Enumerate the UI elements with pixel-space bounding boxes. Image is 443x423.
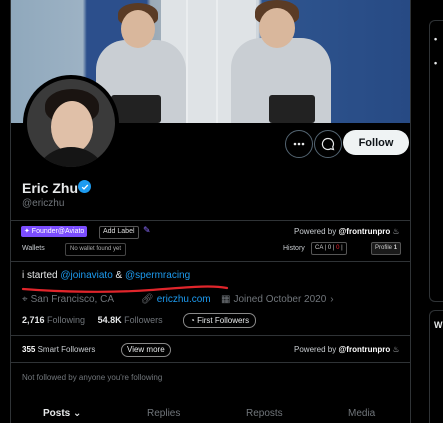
divider [11,335,410,336]
powered-by-bottom: Powered by @frontrunpro ♨ [294,345,400,354]
tab-replies[interactable]: Replies [147,408,180,419]
banner-laptop-right [269,95,315,123]
ca-history-pill[interactable]: CA | 0 | 0 | [311,242,347,255]
website-link[interactable]: ericzhu.com [157,294,211,305]
founder-tag[interactable]: ✦ Founder@Aviato [21,226,88,237]
view-more-button[interactable]: View more [121,343,171,357]
powered-by-prefix: Powered by [294,227,337,236]
verified-badge-icon [78,180,91,193]
tab-posts[interactable]: Posts ⌄ [43,408,81,419]
smart-followers-count: 355 [22,345,36,354]
right-sidebar-glyph: W [434,320,443,330]
banner-tile-line [216,0,218,123]
avatar-face [51,101,93,153]
profile-pill-count: 1 [393,245,398,251]
meta-location: ⌖ San Francisco, CA [22,294,114,305]
bio-text: i started [22,270,61,281]
profile-page: Follow Eric Zhu @ericzhu ✦ Founder@Aviat… [0,0,443,423]
fire-icon: ♨ [392,345,400,354]
followers-label: Followers [124,315,163,325]
bio-link-joinaviato[interactable]: @joinaviato [60,270,112,281]
fire-icon: ♨ [392,227,400,236]
followers-link[interactable]: 54.8K Followers [98,315,163,325]
wallets-label: Wallets [22,245,45,252]
powered-by-top: Powered by @frontrunpro ♨ [294,227,400,236]
divider [11,220,410,221]
link-icon: 🔗︎ [141,294,154,305]
powered-by-prefix: Powered by [294,345,337,354]
message-icon [321,137,335,151]
right-sidebar-bullet: • [434,58,438,68]
smart-followers: 355 Smart Followers [22,345,95,354]
meta-joined: ▦ Joined October 2020 › [221,294,334,305]
profile-name: Eric Zhu [22,180,79,196]
left-rail [0,0,10,423]
not-followed-text: Not followed by anyone you're following [22,373,163,382]
powered-by-brand[interactable]: @frontrunpro [338,227,390,236]
first-followers-icon: ◔ [190,316,195,325]
ca-label: CA [315,245,324,251]
first-followers-button[interactable]: ◔ First Followers [183,313,257,328]
more-options-button[interactable] [285,130,313,158]
follow-button[interactable]: Follow [343,130,409,155]
banner-tile-line [186,0,188,123]
joined-text: Joined October 2020 [233,294,327,305]
more-icon [293,142,305,146]
following-count: 2,716 [22,315,45,325]
ca-count-b: 0 [336,245,340,251]
avatar[interactable] [27,79,115,167]
avatar-shirt [33,147,109,167]
tab-posts-label: Posts [43,408,71,419]
banner-person-right-face [259,8,295,48]
history-label: History [283,245,305,252]
profile-bio: i started @joinaviato & @spermracing [22,270,190,281]
followers-count: 54.8K [97,315,122,325]
divider [11,362,410,363]
ca-count-a: 0 [327,245,332,251]
follow-stats: 2,716 Following 54.8K Followers [22,315,163,325]
following-link[interactable]: 2,716 Following [22,315,85,325]
edit-pencil-icon[interactable]: ✎ [143,225,151,236]
add-label-button[interactable]: Add Label [99,226,139,239]
tab-reposts[interactable]: Reposts [246,408,283,419]
powered-by-brand[interactable]: @frontrunpro [338,345,390,354]
profile-pill-label: Profile [375,245,393,251]
first-followers-label: First Followers [197,316,250,325]
location-text: San Francisco, CA [30,294,115,305]
chevron-down-icon: ⌄ [73,408,82,419]
profile-tabs: Posts ⌄ Replies Reposts Media [11,402,410,423]
profile-history-pill[interactable]: Profile 1 [371,242,402,255]
smart-followers-label: Smart Followers [37,345,96,354]
following-label: Following [47,315,86,325]
meta-website[interactable]: 🔗︎ ericzhu.com [141,294,211,305]
location-pin-icon: ⌖ [22,294,28,305]
right-sidebar: • • W [429,0,443,423]
banner-person-left-face [121,10,155,48]
calendar-icon: ▦ [221,294,231,305]
message-button[interactable] [314,130,342,158]
bio-link-spermracing[interactable]: @spermracing [125,270,190,281]
profile-column: Follow Eric Zhu @ericzhu ✦ Founder@Aviat… [10,0,411,423]
tab-media[interactable]: Media [348,408,375,419]
divider [11,261,410,262]
wallet-status-pill: No wallet found yet [65,243,127,256]
bio-text-joiner: & [112,270,125,281]
right-sidebar-bullet: • [434,34,438,44]
chevron-right-icon[interactable]: › [330,294,333,305]
profile-handle: @ericzhu [22,198,65,209]
